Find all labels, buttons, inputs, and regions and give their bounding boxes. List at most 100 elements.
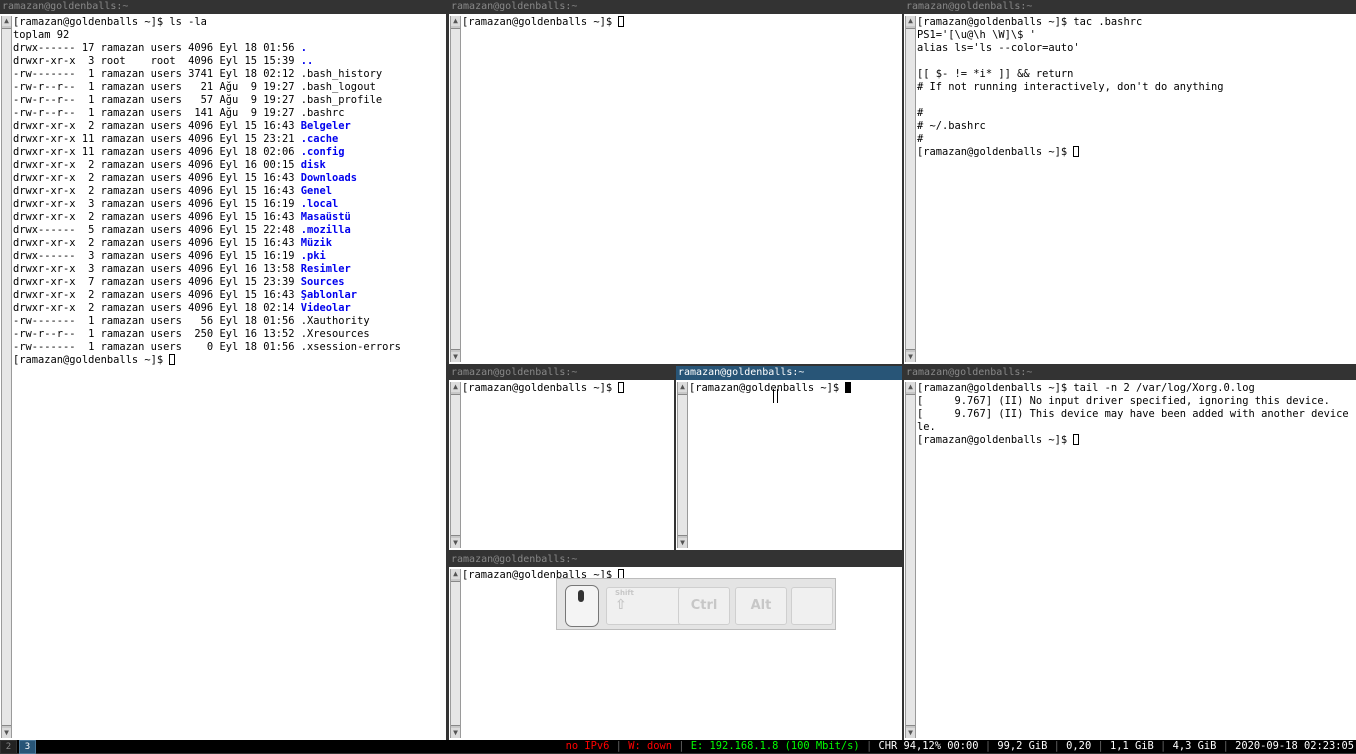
scroll-up-arrow-icon[interactable]: ▲	[678, 382, 687, 392]
terminal-line: [ 9.767] (II) No input driver specified,…	[917, 395, 1354, 408]
directory-name: .cache	[300, 133, 339, 145]
key-display-overlay: Shift ⇧ Ctrl Alt	[556, 578, 836, 630]
terminal-line: [ramazan@goldenballs ~]$	[462, 382, 672, 395]
scrollbar[interactable]: ▲ ▼	[905, 382, 916, 738]
scrollbar-thumb[interactable]	[451, 28, 460, 350]
memory-used-status: 1,1 GiB	[1109, 740, 1154, 752]
terminal-line: drwxr-xr-x 2 ramazan users 4096 Eyl 16 0…	[13, 159, 444, 172]
blank-key	[791, 587, 833, 625]
scrollbar-thumb[interactable]	[678, 394, 687, 536]
terminal-line: # ~/.bashrc	[917, 120, 1354, 133]
line-text: -rw------- 1 ramazan users 56 Eyl 18 01:…	[13, 315, 301, 327]
line-text: [ramazan@goldenballs ~]$ ls -la	[13, 16, 207, 28]
terminal-output[interactable]: [ramazan@goldenballs ~]$	[462, 16, 900, 364]
line-text: [ramazan@goldenballs ~]$ tail -n 2 /var/…	[917, 382, 1255, 394]
line-text: drwxr-xr-x 2 ramazan users 4096 Eyl 15 1…	[13, 120, 301, 132]
scroll-up-arrow-icon[interactable]: ▲	[2, 16, 11, 26]
scroll-up-arrow-icon[interactable]: ▲	[906, 16, 915, 26]
terminal-output[interactable]: [ramazan@goldenballs ~]$ tail -n 2 /var/…	[917, 382, 1354, 740]
terminal-line: toplam 92	[13, 29, 444, 42]
terminal-line: #	[917, 133, 1354, 146]
line-text: drwxr-xr-x 2 ramazan users 4096 Eyl 15 1…	[13, 172, 301, 184]
directory-name: .config	[300, 146, 345, 158]
terminal-window-6[interactable]: ramazan@goldenballs:~ ▲ ▼ [ramazan@golde…	[904, 366, 1356, 740]
scrollbar[interactable]: ▲ ▼	[1, 16, 12, 738]
terminal-line: drwxr-xr-x 11 ramazan users 4096 Eyl 15 …	[13, 133, 444, 146]
terminal-output[interactable]: [ramazan@goldenballs ~]$ ls -la toplam 92…	[13, 16, 444, 740]
terminal-window-5-focused[interactable]: ramazan@goldenballs:~ ▲ ▼ [ramazan@golde…	[676, 366, 902, 550]
line-text: # ~/.bashrc	[917, 120, 986, 132]
scrollbar-thumb[interactable]	[451, 581, 460, 726]
scroll-down-arrow-icon[interactable]: ▼	[2, 728, 11, 738]
line-text: drwxr-xr-x 11 ramazan users 4096 Eyl 15 …	[13, 133, 301, 145]
scrollbar-thumb[interactable]	[451, 394, 460, 536]
scrollbar[interactable]: ▲ ▼	[905, 16, 916, 362]
terminal-line: drwxr-xr-x 2 ramazan users 4096 Eyl 15 1…	[13, 237, 444, 250]
directory-name: Downloads	[300, 172, 358, 184]
workspace-button-2[interactable]: 2	[0, 740, 17, 754]
terminal-output[interactable]: [ramazan@goldenballs ~]$	[689, 382, 900, 550]
datetime-status: 2020-09-18 02:23:05	[1235, 740, 1354, 752]
terminal-line: drwxr-xr-x 3 ramazan users 4096 Eyl 15 1…	[13, 198, 444, 211]
line-text: [ 9.767] (II) This device may have been …	[917, 408, 1354, 420]
line-text: alias ls='ls --color=auto'	[917, 42, 1080, 54]
terminal-line: alias ls='ls --color=auto'	[917, 42, 1354, 55]
terminal-line: -rw------- 1 ramazan users 0 Eyl 18 01:5…	[13, 341, 444, 354]
terminal-window-3[interactable]: ramazan@goldenballs:~ ▲ ▼ [ramazan@golde…	[904, 0, 1356, 364]
scrollbar[interactable]: ▲ ▼	[450, 382, 461, 548]
terminal-line: [ramazan@goldenballs ~]$	[917, 434, 1354, 447]
memory-free-status: 4,3 GiB	[1172, 740, 1217, 752]
workspace-switcher: 23	[0, 740, 38, 754]
terminal-line: [ramazan@goldenballs ~]$	[917, 146, 1354, 159]
scrollbar-thumb[interactable]	[906, 394, 915, 726]
scroll-down-arrow-icon[interactable]: ▼	[451, 728, 460, 738]
line-text: drwxr-xr-x 3 ramazan users 4096 Eyl 16 1…	[13, 263, 301, 275]
scrollbar[interactable]: ▲ ▼	[677, 382, 688, 548]
file-name: .bash_logout	[300, 81, 376, 93]
terminal-line: # If not running interactively, don't do…	[917, 81, 1354, 94]
directory-name: disk	[300, 159, 326, 171]
scroll-up-arrow-icon[interactable]: ▲	[451, 16, 460, 26]
terminal-line: le.	[917, 421, 1354, 434]
workspace-button-3[interactable]: 3	[19, 740, 36, 754]
scroll-down-arrow-icon[interactable]: ▼	[451, 538, 460, 548]
line-text: drwx------ 3 ramazan users 4096 Eyl 15 1…	[13, 250, 301, 262]
terminal-window-2[interactable]: ramazan@goldenballs:~ ▲ ▼ [ramazan@golde…	[449, 0, 902, 364]
line-text: -rw-r--r-- 1 ramazan users 21 Ağu 9 19:2…	[13, 81, 301, 93]
scroll-down-arrow-icon[interactable]: ▼	[451, 352, 460, 362]
scroll-down-arrow-icon[interactable]: ▼	[906, 352, 915, 362]
terminal-line: [ramazan@goldenballs ~]$ ls -la	[13, 16, 444, 29]
terminal-cursor	[845, 382, 852, 393]
window-title: ramazan@goldenballs:~	[449, 0, 902, 14]
terminal-window-4[interactable]: ramazan@goldenballs:~ ▲ ▼ [ramazan@golde…	[449, 366, 674, 550]
terminal-line: [ 9.767] (II) This device may have been …	[917, 408, 1354, 421]
terminal-window-1[interactable]: ramazan@goldenballs:~ ▲ ▼ [ramazan@golde…	[0, 0, 446, 740]
scrollbar[interactable]: ▲ ▼	[450, 16, 461, 362]
alt-key: Alt	[735, 587, 787, 625]
wireless-status: W: down	[628, 740, 672, 752]
scroll-up-arrow-icon[interactable]: ▲	[906, 382, 915, 392]
scrollbar-thumb[interactable]	[2, 28, 11, 726]
directory-name: Videolar	[300, 302, 351, 314]
directory-name: Belgeler	[300, 120, 351, 132]
battery-status: CHR 94,12% 00:00	[878, 740, 979, 752]
terminal-output[interactable]: [ramazan@goldenballs ~]$ tac .bashrc PS1=…	[917, 16, 1354, 364]
terminal-line: [ramazan@goldenballs ~]$ tac .bashrc	[917, 16, 1354, 29]
scroll-down-arrow-icon[interactable]: ▼	[678, 538, 687, 548]
terminal-line: [ramazan@goldenballs ~]$	[13, 354, 444, 367]
terminal-line: drwxr-xr-x 2 ramazan users 4096 Eyl 15 1…	[13, 120, 444, 133]
terminal-line: #	[917, 107, 1354, 120]
scrollbar[interactable]: ▲ ▼	[450, 569, 461, 738]
scrollbar-thumb[interactable]	[906, 28, 915, 350]
line-text: drwxr-xr-x 2 ramazan users 4096 Eyl 15 1…	[13, 211, 301, 223]
terminal-output[interactable]: [ramazan@goldenballs ~]$	[462, 382, 672, 550]
directory-name: Genel	[300, 185, 333, 197]
scroll-down-arrow-icon[interactable]: ▼	[906, 728, 915, 738]
scroll-up-arrow-icon[interactable]: ▲	[451, 382, 460, 392]
status-bar: 23 no IPv6 | W: down | E: 192.168.1.8 (1…	[0, 740, 1356, 754]
line-text: -rw-r--r-- 1 ramazan users 250 Eyl 16 13…	[13, 328, 301, 340]
scroll-up-arrow-icon[interactable]: ▲	[451, 569, 460, 579]
directory-name: ..	[300, 55, 314, 67]
line-text: -rw-r--r-- 1 ramazan users 141 Ağu 9 19:…	[13, 107, 301, 119]
window-title: ramazan@goldenballs:~	[676, 366, 902, 380]
